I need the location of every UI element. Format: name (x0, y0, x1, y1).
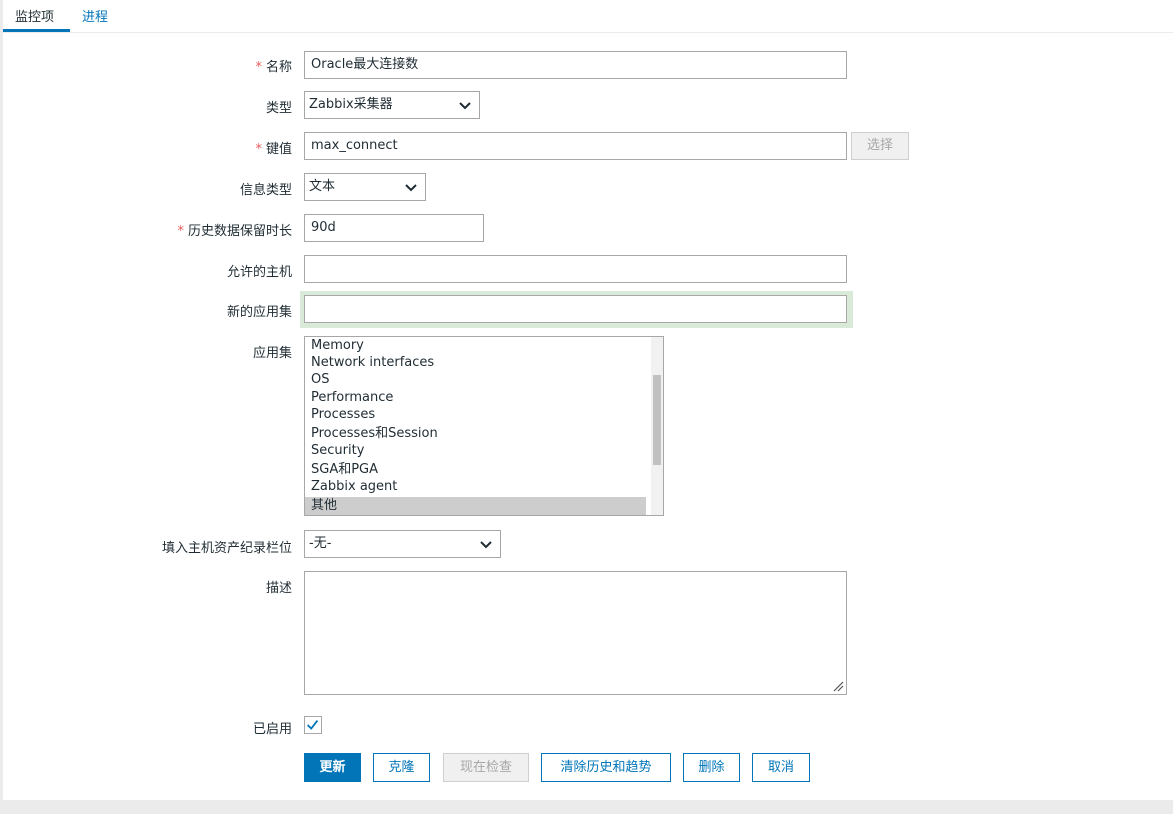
list-item[interactable]: Processes (311, 406, 375, 424)
list-item[interactable]: Performance (311, 389, 393, 407)
tab-bar: 监控项 进程 (3, 0, 1173, 33)
resize-grip-icon[interactable] (832, 680, 844, 692)
key-input[interactable]: max_connect (304, 132, 847, 160)
inventory-link-select-value: -无- (309, 536, 332, 551)
allowed-hosts-input[interactable] (304, 255, 847, 283)
required-asterisk: * (255, 142, 262, 157)
tab-item[interactable]: 监控项 (15, 6, 54, 25)
list-item[interactable]: Security (311, 442, 364, 460)
clone-button[interactable]: 克隆 (373, 753, 430, 782)
list-item[interactable]: Zabbix agent (311, 478, 397, 496)
key-select-button[interactable]: 选择 (851, 132, 909, 160)
new-application-input[interactable] (304, 295, 847, 323)
value-type-select-value: 文本 (309, 179, 336, 194)
type-select-value: Zabbix采集器 (309, 97, 393, 112)
update-button[interactable]: 更新 (304, 753, 361, 782)
list-item[interactable]: Network interfaces (311, 354, 434, 372)
chevron-down-icon (480, 541, 492, 549)
list-item[interactable]: Processes和Session (311, 425, 438, 443)
value-type-label: 信息类型 (239, 183, 292, 198)
name-input[interactable]: Oracle最大连接数 (304, 51, 847, 79)
allowed-hosts-label: 允许的主机 (226, 265, 292, 280)
clear-history-button[interactable]: 清除历史和趋势 (541, 753, 671, 782)
history-input[interactable]: 90d (304, 214, 484, 242)
enabled-label: 已启用 (252, 722, 292, 737)
required-asterisk: * (177, 224, 184, 239)
cancel-button[interactable]: 取消 (752, 753, 810, 782)
value-type-select[interactable]: 文本 (304, 173, 426, 201)
required-asterisk: * (255, 60, 262, 75)
active-tab-indicator (3, 29, 70, 32)
applications-label: 应用集 (252, 346, 292, 361)
key-label: * 键值 (255, 142, 292, 157)
check-now-button[interactable]: 现在检查 (443, 753, 529, 782)
description-label: 描述 (265, 581, 292, 596)
enabled-checkbox[interactable] (304, 716, 322, 734)
inventory-link-label: 填入主机资产纪录栏位 (161, 541, 292, 556)
list-item-selected[interactable]: 其他 (305, 497, 646, 515)
chevron-down-icon (459, 102, 471, 110)
tab-preprocessing[interactable]: 进程 (82, 6, 108, 25)
list-item[interactable]: Memory (311, 337, 364, 355)
type-select[interactable]: Zabbix采集器 (304, 91, 480, 119)
type-label: 类型 (265, 101, 292, 116)
applications-listbox[interactable]: Memory Network interfaces OS Performance… (304, 336, 664, 516)
item-form-panel: 监控项 进程 * 名称 Oracle最大连接数 类型 Zabbix采集器 * 键值 … (3, 0, 1173, 800)
history-label: * 历史数据保留时长 (177, 224, 292, 239)
scrollbar-thumb[interactable] (653, 375, 661, 465)
inventory-link-select[interactable]: -无- (304, 530, 501, 558)
delete-button[interactable]: 删除 (683, 753, 740, 782)
new-application-label: 新的应用集 (226, 305, 292, 320)
list-item[interactable]: OS (311, 371, 329, 389)
checkmark-icon (307, 720, 319, 730)
listbox-scrollbar[interactable] (651, 337, 663, 515)
name-label: * 名称 (255, 60, 292, 75)
list-item[interactable]: SGA和PGA (311, 461, 378, 479)
description-textarea[interactable] (304, 571, 847, 695)
chevron-down-icon (405, 184, 417, 192)
